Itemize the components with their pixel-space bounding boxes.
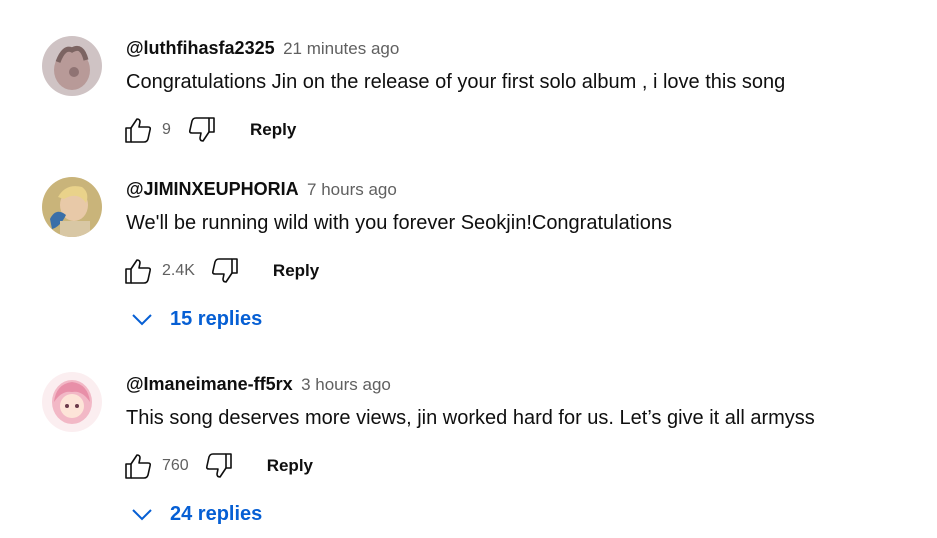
thumb-up-icon xyxy=(125,454,152,479)
avatar[interactable] xyxy=(42,372,102,432)
reply-button[interactable]: Reply xyxy=(250,120,296,140)
thumb-down-icon xyxy=(211,258,238,283)
thumb-up-icon xyxy=(125,118,152,143)
like-count: 760 xyxy=(162,457,189,474)
reply-button[interactable]: Reply xyxy=(267,456,313,476)
dislike-button[interactable] xyxy=(203,451,235,481)
view-replies-button[interactable]: 15 replies xyxy=(130,307,262,331)
view-replies-button[interactable]: 24 replies xyxy=(130,502,262,526)
comments-section: @luthfihasfa2325 21 minutes ago Congratu… xyxy=(0,0,937,538)
thumb-down-icon xyxy=(188,117,215,142)
dislike-button[interactable] xyxy=(209,256,241,286)
comment-timestamp[interactable]: 3 hours ago xyxy=(301,375,391,394)
comment-timestamp[interactable]: 21 minutes ago xyxy=(283,39,399,58)
comment-header: @JIMINXEUPHORIA 7 hours ago xyxy=(126,179,397,200)
author-name[interactable]: @JIMINXEUPHORIA xyxy=(126,179,299,199)
thumb-down-icon xyxy=(205,453,232,478)
comment-text: Congratulations Jin on the release of yo… xyxy=(126,71,786,93)
comment-text: This song deserves more views, jin worke… xyxy=(126,407,815,429)
dislike-button[interactable] xyxy=(186,115,218,145)
chevron-down-icon xyxy=(132,509,152,521)
like-count: 9 xyxy=(162,121,171,138)
like-count: 2.4K xyxy=(162,262,195,279)
chevron-down-icon xyxy=(132,314,152,326)
comment-actions: 9 Reply xyxy=(122,115,296,145)
replies-count-label: 24 replies xyxy=(170,502,263,525)
author-name[interactable]: @Imaneimane-ff5rx xyxy=(126,374,293,394)
comment-text: We'll be running wild with you forever S… xyxy=(126,212,672,234)
comment-header: @luthfihasfa2325 21 minutes ago xyxy=(126,38,399,59)
avatar[interactable] xyxy=(42,36,102,96)
avatar[interactable] xyxy=(42,177,102,237)
replies-count-label: 15 replies xyxy=(170,307,263,330)
comment-header: @Imaneimane-ff5rx 3 hours ago xyxy=(126,374,391,395)
like-button[interactable] xyxy=(122,451,154,481)
comment-actions: 760 Reply xyxy=(122,451,313,481)
reply-button[interactable]: Reply xyxy=(273,261,319,281)
like-button[interactable] xyxy=(122,256,154,286)
comment-actions: 2.4K Reply xyxy=(122,256,319,286)
author-name[interactable]: @luthfihasfa2325 xyxy=(126,38,275,58)
comment-timestamp[interactable]: 7 hours ago xyxy=(307,180,397,199)
thumb-up-icon xyxy=(125,259,152,284)
like-button[interactable] xyxy=(122,115,154,145)
